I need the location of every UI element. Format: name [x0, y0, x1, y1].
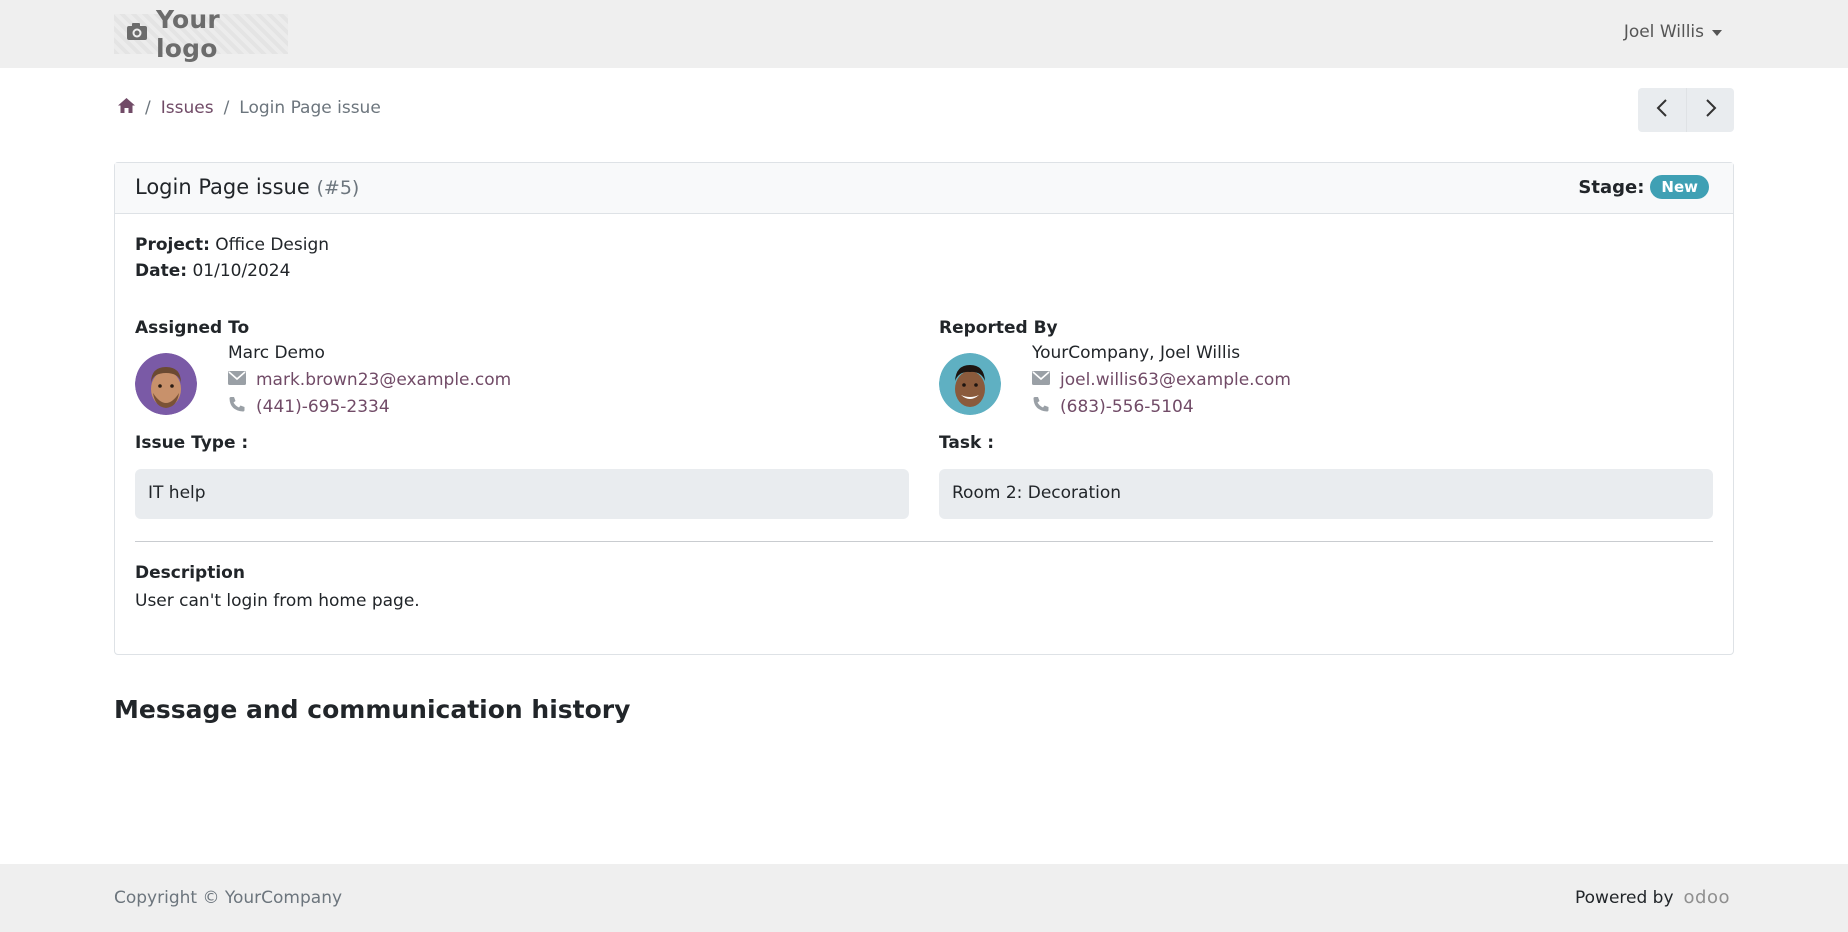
copyright-text: Copyright © YourCompany [114, 888, 343, 908]
envelope-icon [1032, 370, 1050, 390]
avatar [939, 353, 1001, 415]
previous-record-button[interactable] [1638, 88, 1686, 132]
assigned-email: mark.brown23@example.com [256, 370, 512, 390]
reported-email-link[interactable]: joel.willis63@example.com [1032, 370, 1291, 390]
reported-email: joel.willis63@example.com [1060, 370, 1291, 390]
assigned-phone: (441)-695-2334 [256, 396, 390, 417]
issue-card: Login Page issue (#5) Stage: New Project… [114, 162, 1734, 655]
issue-type-value: IT help [135, 469, 909, 519]
user-name: Joel Willis [1623, 22, 1704, 42]
issue-stage: Stage: New [1578, 175, 1709, 199]
reported-phone: (683)-556-5104 [1060, 396, 1194, 417]
description-label: Description [135, 563, 245, 583]
next-record-button[interactable] [1686, 88, 1734, 132]
breadcrumb-separator: / [145, 98, 151, 118]
task-value: Room 2: Decoration [939, 469, 1713, 519]
caret-down-icon [1712, 30, 1722, 36]
chevron-right-icon [1705, 99, 1717, 121]
project-value: Office Design [215, 235, 330, 255]
assigned-name: Marc Demo [228, 343, 325, 363]
powered-by: Powered by odoo [1575, 887, 1730, 908]
logo-text: Your logo [156, 5, 220, 63]
footer: Copyright © YourCompany Powered by odoo [0, 864, 1848, 932]
issue-title: Login Page issue (#5) [135, 175, 359, 199]
stage-label: Stage: [1578, 176, 1645, 198]
breadcrumb-separator: / [223, 98, 230, 118]
assigned-email-link[interactable]: mark.brown23@example.com [228, 370, 511, 390]
top-navbar: Your logo Joel Willis [0, 0, 1848, 68]
phone-icon [228, 396, 246, 417]
issue-type-label: Issue Type : [135, 433, 249, 453]
camera-icon [126, 22, 148, 46]
issue-card-header: Login Page issue (#5) Stage: New [115, 163, 1733, 214]
reported-name: YourCompany, Joel Willis [1032, 343, 1241, 363]
issue-number: (#5) [316, 177, 360, 199]
project-field: Project: Office Design [135, 235, 329, 255]
project-label: Project: [135, 235, 210, 255]
phone-icon [1032, 396, 1050, 417]
home-icon[interactable] [118, 98, 135, 118]
user-menu[interactable]: Joel Willis [1624, 22, 1722, 42]
envelope-icon [228, 370, 246, 390]
record-pager [1638, 88, 1734, 132]
status-badge: New [1650, 175, 1709, 199]
avatar [135, 353, 197, 415]
reported-by-label: Reported By [939, 318, 1058, 338]
odoo-logo[interactable]: odoo [1684, 887, 1730, 908]
issue-name: Login Page issue [135, 175, 310, 199]
message-history-title: Message and communication history [114, 695, 631, 724]
assigned-to-label: Assigned To [135, 318, 250, 338]
task-label: Task : [939, 433, 995, 453]
powered-by-label: Powered by [1575, 887, 1674, 908]
date-label: Date: [135, 261, 188, 281]
breadcrumb-current: Login Page issue [239, 98, 381, 118]
date-value: 01/10/2024 [192, 261, 291, 281]
section-divider [135, 541, 1713, 542]
breadcrumb-issues-link[interactable]: Issues [161, 98, 214, 118]
company-logo[interactable]: Your logo [114, 5, 288, 63]
breadcrumb: / Issues / Login Page issue [118, 98, 381, 118]
assigned-phone-link[interactable]: (441)-695-2334 [228, 396, 390, 417]
date-field: Date: 01/10/2024 [135, 261, 290, 281]
description-text: User can't login from home page. [135, 591, 420, 611]
chevron-left-icon [1656, 99, 1668, 121]
reported-phone-link[interactable]: (683)-556-5104 [1032, 396, 1194, 417]
